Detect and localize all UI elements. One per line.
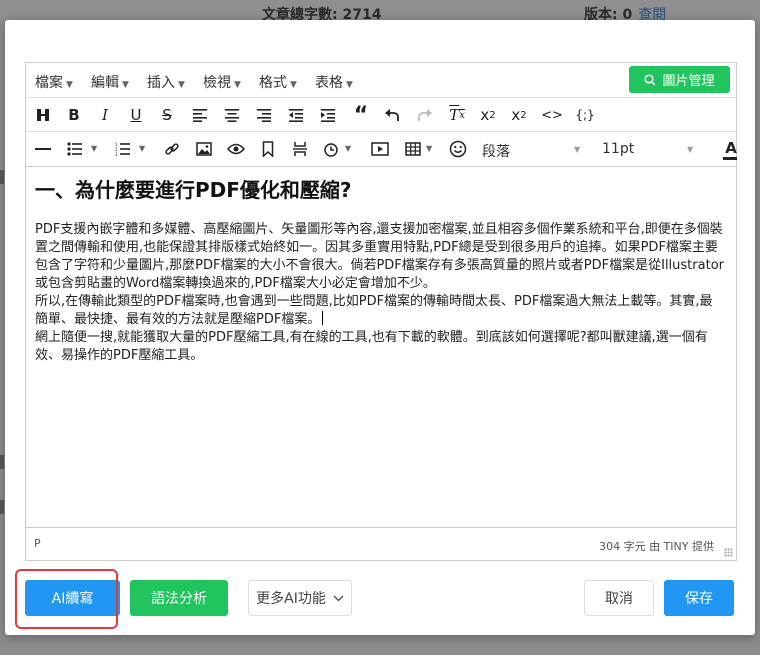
content-paragraph: 所以,在傳輸此類型的PDF檔案時,也會遇到一些問題,比如PDF檔案的傳輸時間太長…	[35, 293, 725, 329]
clear-format-icon[interactable]	[32, 105, 54, 125]
chevron-down-icon: ▼	[178, 80, 185, 90]
table-icon[interactable]	[402, 139, 424, 159]
subscript-icon[interactable]: x2	[477, 105, 499, 125]
menu-bar: 檔案 ▼ 編輯 ▼ 插入 ▼ 檢視 ▼ 格式 ▼ 表格 ▼ 圖片管理	[26, 63, 736, 97]
chevron-down-icon: ▼	[290, 80, 297, 90]
content-heading: 一、為什麼要進行PDF優化和壓縮?	[35, 178, 352, 202]
redo-icon[interactable]	[414, 105, 436, 125]
cancel-button[interactable]: 取消	[584, 580, 654, 616]
code-icon[interactable]: <>	[541, 105, 563, 125]
resize-handle-icon[interactable]	[724, 548, 733, 557]
chevron-down-icon: ▼	[346, 80, 353, 90]
menu-format[interactable]: 格式 ▼	[259, 72, 297, 92]
align-center-icon[interactable]	[221, 105, 243, 125]
svg-text:3: 3	[115, 152, 118, 156]
menu-insert[interactable]: 插入 ▼	[147, 72, 185, 92]
blockquote-icon[interactable]: “	[350, 103, 372, 128]
content-paragraph: 網上隨便一搜,就能獲取大量的PDF壓縮工具,有在線的工具,也有下載的軟體。到底該…	[35, 330, 708, 363]
clock-icon[interactable]	[320, 139, 342, 159]
align-right-icon[interactable]	[253, 105, 275, 125]
rich-text-editor: 檔案 ▼ 編輯 ▼ 插入 ▼ 檢視 ▼ 格式 ▼ 表格 ▼ 圖片管理 B I U S “	[25, 62, 737, 561]
undo-icon[interactable]	[381, 105, 403, 125]
underline-icon[interactable]: U	[125, 105, 147, 125]
menu-view[interactable]: 檢視 ▼	[203, 72, 241, 92]
chevron-down-icon[interactable]: ▼	[345, 144, 351, 153]
content-paragraph: PDF支援內嵌字體和多媒體、高壓縮圖片、矢量圖形等內容,還支援加密檔案,並且相容…	[35, 222, 724, 291]
superscript-icon[interactable]: x2	[508, 105, 530, 125]
more-ai-features-label: 更多AI功能	[256, 591, 326, 607]
search-icon	[644, 73, 657, 86]
numbered-list-icon[interactable]: 123	[112, 139, 134, 159]
save-button[interactable]: 保存	[664, 580, 734, 616]
image-icon[interactable]	[193, 139, 215, 159]
chevron-down-icon[interactable]: ▼	[687, 145, 693, 154]
strikethrough-icon[interactable]: S	[156, 105, 178, 125]
chevron-down-icon[interactable]: ▼	[91, 144, 97, 153]
align-left-icon[interactable]	[189, 105, 211, 125]
background-edge-mark	[0, 500, 4, 514]
font-size-select[interactable]: 11pt	[602, 141, 634, 157]
font-color-swatch	[723, 157, 737, 160]
menu-table-label: 表格	[315, 75, 343, 91]
preview-icon[interactable]	[225, 139, 247, 159]
image-manage-label: 圖片管理	[662, 74, 715, 89]
bullet-list-icon[interactable]	[64, 139, 86, 159]
page-break-icon[interactable]	[289, 139, 311, 159]
menu-file-label: 檔案	[35, 75, 63, 91]
status-bar: P 304 字元 由 TINY 提供	[26, 527, 736, 560]
horizontal-rule-icon[interactable]	[32, 139, 54, 159]
outdent-icon[interactable]	[285, 105, 307, 125]
toolbar-row-1: B I U S “ Tx x2 x2 <> {;}	[26, 97, 736, 132]
indent-icon[interactable]	[317, 105, 339, 125]
chevron-down-icon: ▼	[66, 80, 73, 90]
chevron-down-icon[interactable]: ▼	[426, 144, 432, 153]
remove-format-icon[interactable]: Tx	[446, 105, 468, 125]
bold-icon[interactable]: B	[63, 105, 85, 125]
bookmark-icon[interactable]	[257, 139, 279, 159]
chevron-down-icon: ▼	[122, 80, 129, 90]
italic-icon[interactable]: I	[94, 105, 116, 125]
block-format-select[interactable]: 段落	[482, 141, 510, 161]
element-path[interactable]: P	[34, 537, 41, 550]
menu-file[interactable]: 檔案 ▼	[35, 72, 73, 92]
character-count: 304 字元 由 TINY 提供	[599, 540, 714, 553]
menu-format-label: 格式	[259, 75, 287, 91]
menu-edit[interactable]: 編輯 ▼	[91, 72, 129, 92]
menu-view-label: 檢視	[203, 75, 231, 91]
menu-table[interactable]: 表格 ▼	[315, 72, 353, 92]
menu-insert-label: 插入	[147, 75, 175, 91]
toolbar-row-2: ▼ 123 ▼ ▼ ▼ 段落 ▼ 11pt ▼ A	[26, 131, 738, 167]
menu-edit-label: 編輯	[91, 75, 119, 91]
font-color-button[interactable]: A	[724, 139, 738, 157]
content-paragraph-text: 所以,在傳輸此類型的PDF檔案時,也會遇到一些問題,比如PDF檔案的傳輸時間太長…	[35, 294, 713, 327]
background-edge-mark	[0, 455, 4, 469]
chevron-down-icon: ▼	[234, 80, 241, 90]
chevron-down-icon[interactable]: ▼	[574, 145, 580, 154]
text-cursor	[322, 311, 324, 325]
image-manage-button[interactable]: 圖片管理	[629, 66, 730, 93]
more-ai-features-button[interactable]: 更多AI功能	[248, 580, 352, 616]
editor-content-area[interactable]: 一、為什麼要進行PDF優化和壓縮? PDF支援內嵌字體和多媒體、高壓縮圖片、矢量…	[35, 174, 725, 529]
link-icon[interactable]	[161, 139, 183, 159]
editor-modal: 檔案 ▼ 編輯 ▼ 插入 ▼ 檢視 ▼ 格式 ▼ 表格 ▼ 圖片管理 B I U S “	[5, 20, 755, 635]
media-icon[interactable]	[369, 139, 391, 159]
chevron-down-icon	[333, 595, 344, 601]
chevron-down-icon[interactable]: ▼	[139, 144, 145, 153]
code-sample-icon[interactable]: {;}	[574, 105, 596, 125]
ai-write-highlight	[15, 569, 118, 629]
grammar-analysis-button[interactable]: 語法分析	[130, 580, 228, 616]
background-edge-mark	[0, 170, 4, 184]
emoticon-icon[interactable]	[447, 139, 469, 159]
